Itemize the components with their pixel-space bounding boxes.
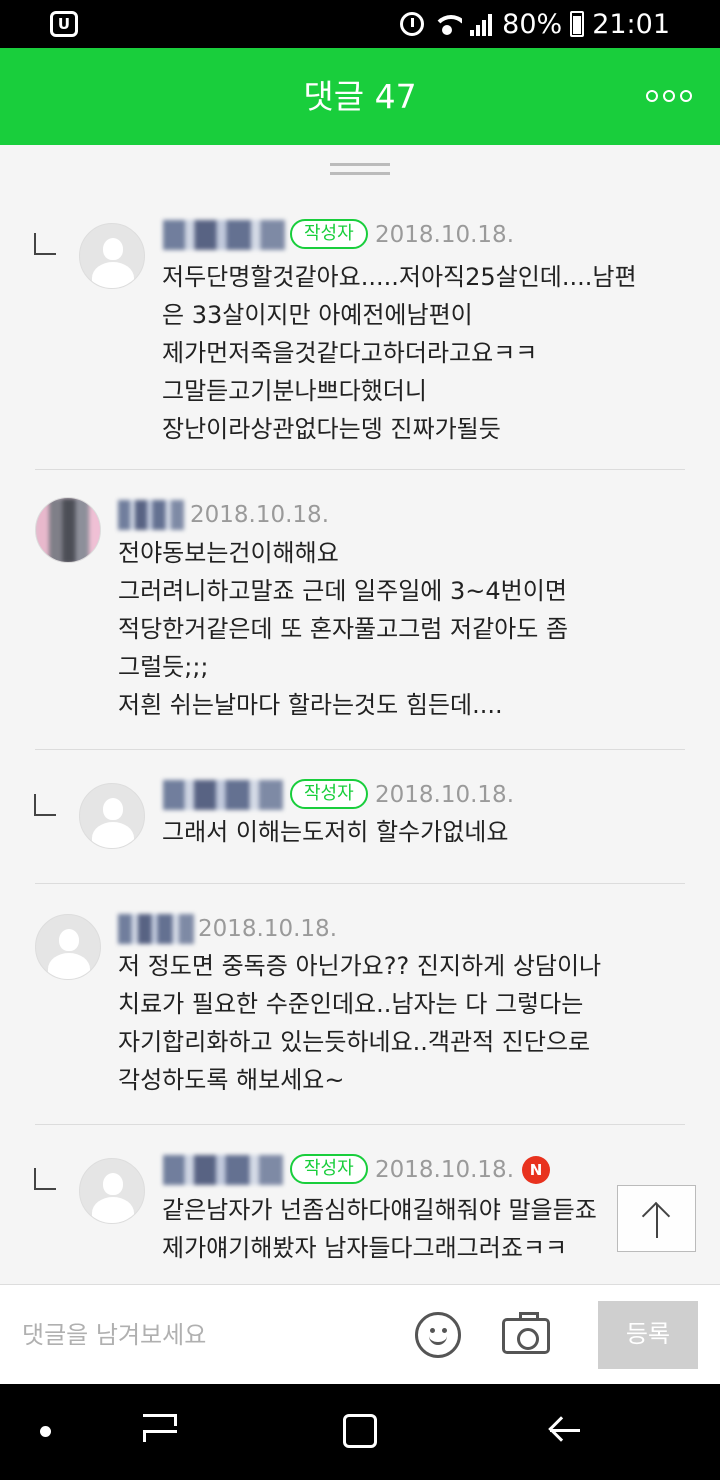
comment-input[interactable] [22, 1313, 392, 1357]
comments-header: 댓글 47 [0, 48, 720, 145]
wifi-icon [432, 12, 463, 36]
comment-date: 2018.10.18. [190, 502, 329, 528]
signal-icon [470, 12, 494, 36]
nav-dot-icon[interactable] [40, 1426, 51, 1437]
comment-text: 같은남자가 넌좀심하다얘길해줘야 말을듣죠 제가얘기해봤자 남자들다그래그러죠ㅋ… [162, 1196, 597, 1262]
author-name-blurred[interactable] [163, 220, 285, 250]
emoji-smile-icon[interactable] [415, 1312, 461, 1358]
divider [35, 1124, 685, 1125]
status-icons: 80% 21:01 [400, 0, 670, 48]
avatar[interactable] [79, 223, 145, 289]
author-name-blurred[interactable] [163, 780, 283, 810]
battery-percent: 80% [502, 8, 563, 40]
back-icon[interactable] [548, 1414, 580, 1448]
comment-date: 2018.10.18. [375, 1157, 514, 1183]
status-bar: U 80% 21:01 [0, 0, 720, 48]
author-badge: 작성자 [290, 779, 368, 809]
page-title: 댓글 47 [303, 77, 417, 116]
home-icon[interactable] [343, 1414, 377, 1448]
comment-date: 2018.10.18. [198, 916, 337, 942]
comment-date: 2018.10.18. [375, 222, 514, 248]
alarm-icon [400, 12, 425, 36]
author-badge: 작성자 [290, 219, 368, 249]
clock: 21:01 [592, 8, 670, 40]
divider [35, 469, 685, 470]
scroll-to-top-button[interactable] [617, 1185, 696, 1252]
author-name-blurred[interactable] [163, 1155, 283, 1185]
new-badge: N [522, 1156, 550, 1184]
camera-icon[interactable] [502, 1312, 550, 1354]
reply-indicator-icon [34, 233, 56, 255]
more-horizontal-icon[interactable] [646, 86, 692, 106]
battery-icon [570, 11, 585, 37]
recent-apps-icon[interactable] [143, 1414, 177, 1450]
comment-text: 저두단명할것같아요.....저아직25살인데....남편 은 33살이지만 아예… [162, 263, 637, 443]
author-name-blurred[interactable] [118, 500, 184, 530]
comment-text: 그래서 이해는도저히 할수가없네요 [162, 818, 509, 846]
author-badge: 작성자 [290, 1154, 368, 1184]
reply-indicator-icon [34, 1168, 56, 1190]
comment-text: 전야동보는건이해해요 그러려니하고말죠 근데 일주일에 3~4번이면 적당한거같… [118, 539, 569, 719]
avatar[interactable] [79, 783, 145, 849]
avatar[interactable] [35, 914, 101, 980]
divider [35, 883, 685, 884]
avatar[interactable] [79, 1158, 145, 1224]
comment-input-bar: 등록 [0, 1284, 720, 1384]
submit-button[interactable]: 등록 [598, 1301, 698, 1369]
app-notification-icon: U [50, 11, 78, 37]
reply-indicator-icon [34, 794, 56, 816]
divider [35, 749, 685, 750]
avatar[interactable] [35, 497, 101, 563]
comment-text: 저 정도면 중독증 아닌가요?? 진지하게 상담이나 치료가 필요한 수준인데요… [118, 952, 602, 1094]
system-nav-bar [0, 1384, 720, 1480]
author-name-blurred[interactable] [118, 914, 194, 944]
drag-handle[interactable] [330, 163, 390, 177]
comment-date: 2018.10.18. [375, 782, 514, 808]
